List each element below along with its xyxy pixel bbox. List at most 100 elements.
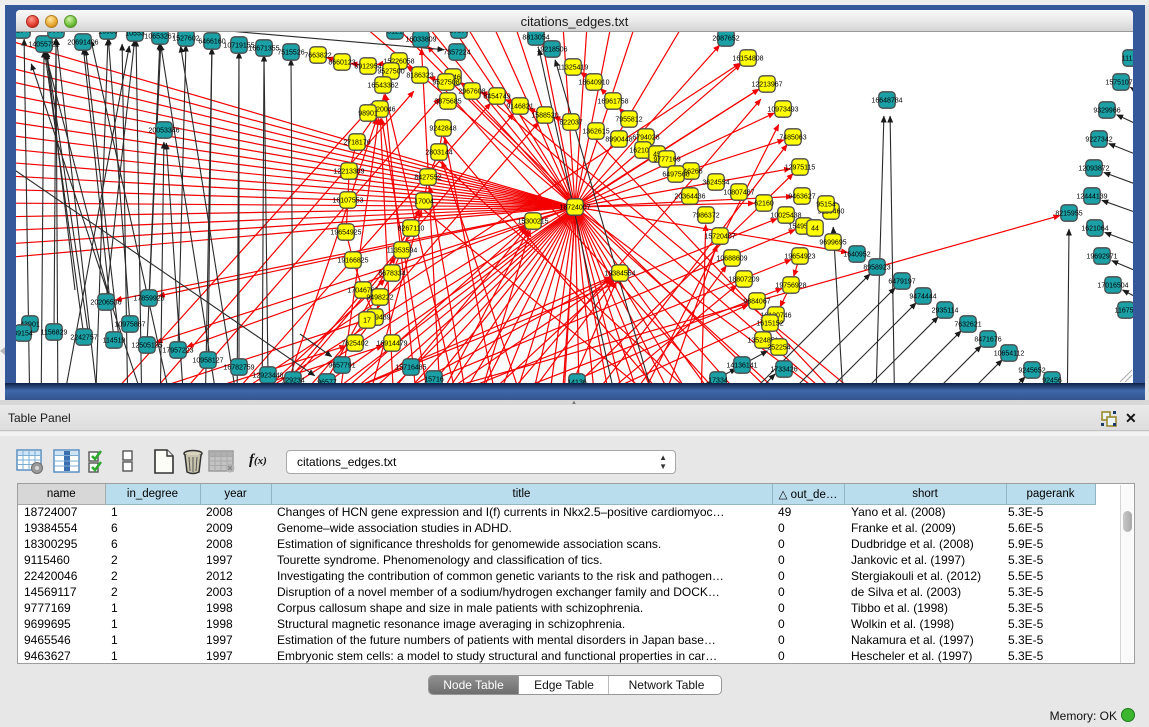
svg-text:8267110: 8267110: [398, 226, 425, 233]
svg-text:1527602: 1527602: [172, 36, 199, 43]
svg-text:6794028: 6794028: [632, 135, 659, 142]
svg-text:7986372: 7986372: [692, 213, 719, 220]
svg-text:7515526: 7515526: [277, 50, 304, 57]
svg-text:10688609: 10688609: [716, 256, 747, 263]
svg-text:2242757: 2242757: [70, 335, 97, 342]
svg-text:92456: 92456: [1042, 378, 1062, 383]
svg-text:9474444: 9474444: [909, 294, 936, 301]
svg-text:7663822: 7663822: [304, 53, 331, 60]
svg-text:16033809: 16033809: [405, 37, 436, 44]
svg-text:12505135: 12505135: [131, 343, 162, 350]
svg-text:19218506: 19218506: [536, 47, 567, 54]
svg-text:3624554: 3624554: [702, 180, 729, 187]
svg-text:11124: 11124: [1122, 56, 1133, 63]
svg-text:17859928: 17859928: [133, 296, 164, 303]
svg-text:17: 17: [363, 318, 371, 325]
svg-text:6497568: 6497568: [662, 172, 689, 179]
svg-text:10958127: 10958127: [192, 358, 223, 365]
svg-text:15716: 15716: [424, 377, 444, 383]
svg-text:8454749: 8454749: [483, 94, 510, 101]
svg-text:8678334: 8678334: [378, 271, 405, 278]
svg-text:44: 44: [811, 226, 819, 233]
svg-text:16154808: 16154808: [732, 56, 763, 63]
svg-text:14136141: 14136141: [726, 363, 757, 370]
svg-text:8990448: 8990448: [605, 137, 632, 144]
svg-text:8471676: 8471676: [974, 337, 1001, 344]
svg-text:18807209: 18807209: [728, 277, 759, 284]
svg-text:15751074: 15751074: [1105, 80, 1133, 87]
svg-text:1733426: 1733426: [770, 367, 797, 374]
svg-text:14136: 14136: [567, 380, 587, 383]
svg-text:16543362: 16543362: [367, 83, 398, 90]
svg-text:1362615: 1362615: [582, 129, 609, 136]
svg-text:3875685: 3875685: [434, 99, 461, 106]
svg-text:1621064: 1621064: [1081, 226, 1108, 233]
svg-text:39154: 39154: [16, 331, 33, 338]
svg-text:9657791: 9657791: [328, 363, 355, 370]
svg-text:9527508: 9527508: [432, 80, 459, 87]
svg-text:9777169: 9777169: [653, 157, 680, 164]
svg-text:17016504: 17016504: [1097, 283, 1128, 290]
svg-text:20691406: 20691406: [67, 40, 98, 47]
svg-text:8813054: 8813054: [522, 35, 549, 42]
svg-text:9699695: 9699695: [819, 240, 846, 247]
svg-text:9498222: 9498222: [366, 295, 393, 302]
svg-text:17004: 17004: [414, 199, 434, 206]
svg-text:9063: 9063: [48, 32, 64, 35]
svg-text:12213369: 12213369: [333, 169, 364, 176]
svg-text:8427552: 8427552: [414, 175, 441, 182]
svg-text:2935114: 2935114: [932, 308, 959, 315]
svg-text:8215955: 8215955: [1055, 211, 1082, 218]
svg-text:1615152: 1615152: [756, 321, 783, 328]
svg-text:2087652: 2087652: [712, 36, 739, 43]
svg-text:15720407: 15720407: [704, 234, 735, 241]
svg-text:9146821: 9146821: [506, 104, 533, 111]
svg-text:10653267: 10653267: [144, 34, 175, 41]
svg-text:9227342: 9227342: [1085, 137, 1112, 144]
svg-text:12444139: 12444139: [1076, 194, 1107, 201]
svg-text:116753: 116753: [1115, 308, 1133, 315]
svg-text:10975867: 10975867: [114, 322, 145, 329]
svg-text:12213967: 12213967: [751, 82, 782, 89]
svg-text:15716485: 15716485: [395, 365, 426, 372]
svg-text:16782759: 16782759: [223, 365, 254, 372]
svg-text:14055721: 14055721: [28, 42, 59, 49]
svg-text:10553: 10553: [125, 32, 145, 38]
svg-text:20364436: 20364436: [674, 194, 705, 201]
svg-text:6479197: 6479197: [888, 279, 915, 286]
svg-text:19654925: 19654925: [330, 230, 361, 237]
svg-text:1640952: 1640952: [843, 252, 870, 259]
svg-text:9527500: 9527500: [377, 69, 404, 76]
svg-text:10807487: 10807487: [723, 190, 754, 197]
svg-text:11353594: 11353594: [387, 248, 418, 255]
svg-text:1156829: 1156829: [41, 330, 68, 337]
svg-text:2803144: 2803144: [425, 150, 452, 157]
svg-text:16914479: 16914479: [376, 341, 407, 348]
svg-text:8660123: 8660123: [328, 60, 355, 67]
svg-text:9242848: 9242848: [429, 126, 456, 133]
svg-text:20133: 20133: [449, 32, 469, 35]
svg-text:19384554: 19384554: [604, 271, 635, 278]
svg-text:20053346: 20053346: [148, 128, 179, 135]
svg-text:2967608: 2967608: [458, 89, 485, 96]
svg-text:16671355: 16671355: [248, 46, 279, 53]
svg-text:20206536: 20206536: [90, 300, 121, 307]
svg-text:17957223: 17957223: [162, 348, 193, 355]
svg-text:9329966: 9329966: [1093, 108, 1120, 115]
svg-text:8958923: 8958923: [863, 265, 890, 272]
svg-text:19654923: 19654923: [784, 254, 815, 261]
svg-text:95154: 95154: [816, 202, 836, 209]
svg-text:96577: 96577: [317, 380, 337, 383]
svg-text:9463627: 9463627: [788, 194, 815, 201]
svg-text:822037: 822037: [559, 120, 582, 127]
svg-text:7955812: 7955812: [615, 117, 642, 124]
svg-text:16961758: 16961758: [597, 99, 628, 106]
svg-text:16107553: 16107553: [332, 198, 363, 205]
svg-text:18724007: 18724007: [559, 205, 590, 212]
svg-text:15300215: 15300215: [517, 219, 548, 226]
svg-text:12975115: 12975115: [785, 165, 816, 172]
svg-text:6466160: 6466160: [198, 39, 225, 46]
svg-text:19166825: 19166825: [337, 258, 368, 265]
svg-text:7632621: 7632621: [954, 322, 981, 329]
svg-text:12040: 12040: [16, 32, 32, 35]
